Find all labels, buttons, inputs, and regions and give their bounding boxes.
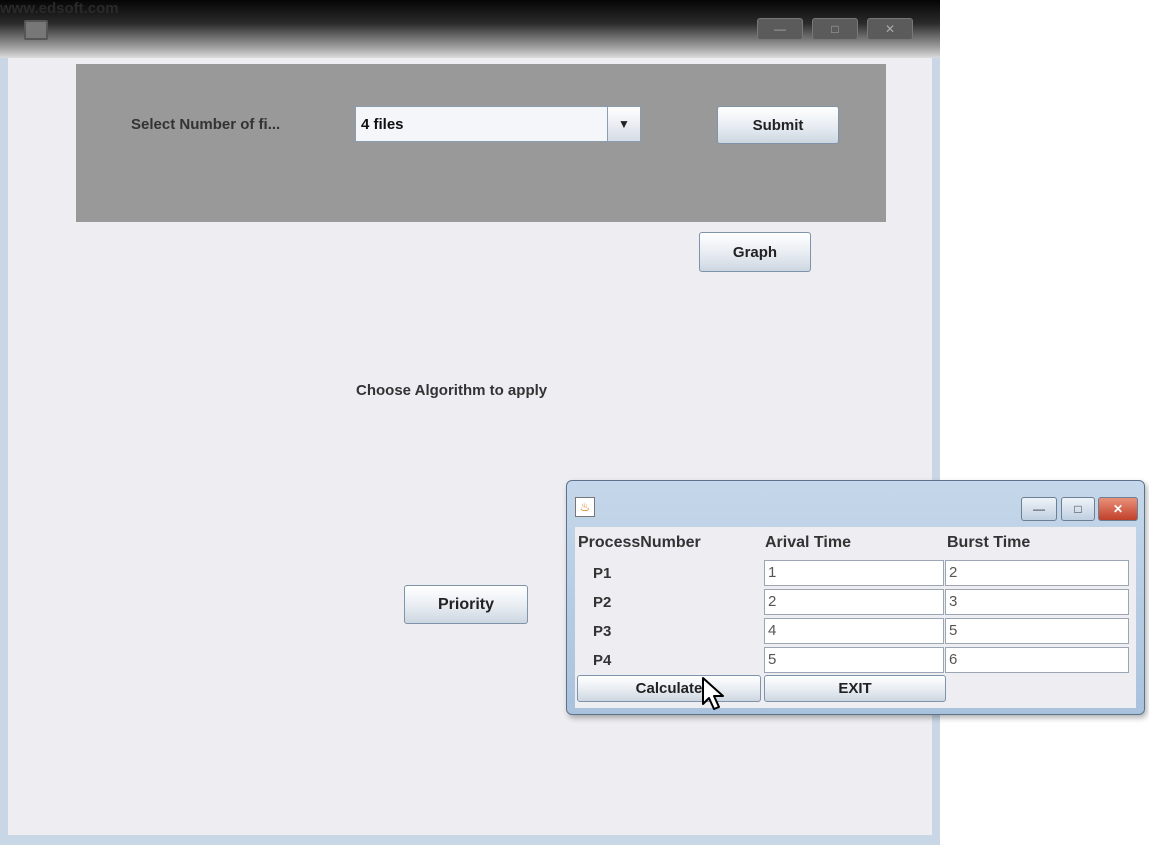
arrival-time-field-p1[interactable]: 1	[764, 560, 944, 586]
dialog-minimize-button[interactable]: —	[1021, 497, 1057, 521]
dialog-content: ProcessNumber Arival Time Burst Time P1 …	[575, 527, 1136, 708]
exit-button[interactable]: EXIT	[764, 675, 946, 702]
burst-time-header: Burst Time	[947, 534, 1031, 551]
process-input-dialog: ♨ — □ ✕ ProcessNumber Arival Time Burst …	[566, 480, 1145, 715]
main-window: www.edsoft.com — □ ✕ Select Number of fi…	[0, 0, 940, 845]
window-frame-bottom	[0, 835, 940, 845]
app-icon	[24, 20, 48, 40]
window-frame-left	[0, 58, 8, 845]
minimize-button[interactable]: —	[757, 18, 803, 40]
arrival-time-field-p2[interactable]: 2	[764, 589, 944, 615]
burst-time-field-p1[interactable]: 2	[945, 560, 1129, 586]
select-files-label: Select Number of fi...	[131, 116, 281, 133]
arrival-time-header: Arival Time	[765, 534, 851, 551]
process-label-p3: P3	[593, 623, 612, 640]
arrival-time-field-p3[interactable]: 4	[764, 618, 944, 644]
choose-algorithm-label: Choose Algorithm to apply	[356, 382, 548, 399]
watermark: www.edsoft.com	[0, 0, 119, 17]
arrival-time-field-p4[interactable]: 5	[764, 647, 944, 673]
maximize-button[interactable]: □	[812, 18, 858, 40]
dialog-close-button[interactable]: ✕	[1098, 497, 1138, 521]
chevron-down-icon[interactable]: ▼	[607, 107, 640, 141]
calculate-button[interactable]: Calculate	[577, 675, 761, 702]
burst-time-field-p4[interactable]: 6	[945, 647, 1129, 673]
graph-button[interactable]: Graph	[699, 232, 811, 272]
java-icon: ♨	[575, 497, 595, 517]
priority-button[interactable]: Priority	[404, 585, 528, 624]
file-count-value: 4 files	[361, 116, 404, 133]
burst-time-field-p3[interactable]: 5	[945, 618, 1129, 644]
close-button[interactable]: ✕	[867, 18, 913, 40]
submit-button[interactable]: Submit	[717, 106, 839, 144]
process-label-p1: P1	[593, 565, 612, 582]
process-label-p2: P2	[593, 594, 612, 611]
file-count-combobox[interactable]: 4 files ▼	[355, 106, 641, 142]
burst-time-field-p2[interactable]: 3	[945, 589, 1129, 615]
dialog-maximize-button[interactable]: □	[1061, 497, 1095, 521]
mouse-pointer-icon	[702, 677, 724, 710]
main-title-bar[interactable]: www.edsoft.com — □ ✕	[0, 0, 940, 58]
process-label-p4: P4	[593, 652, 612, 669]
window-frame-right	[932, 58, 940, 845]
process-number-header: ProcessNumber	[578, 534, 701, 551]
